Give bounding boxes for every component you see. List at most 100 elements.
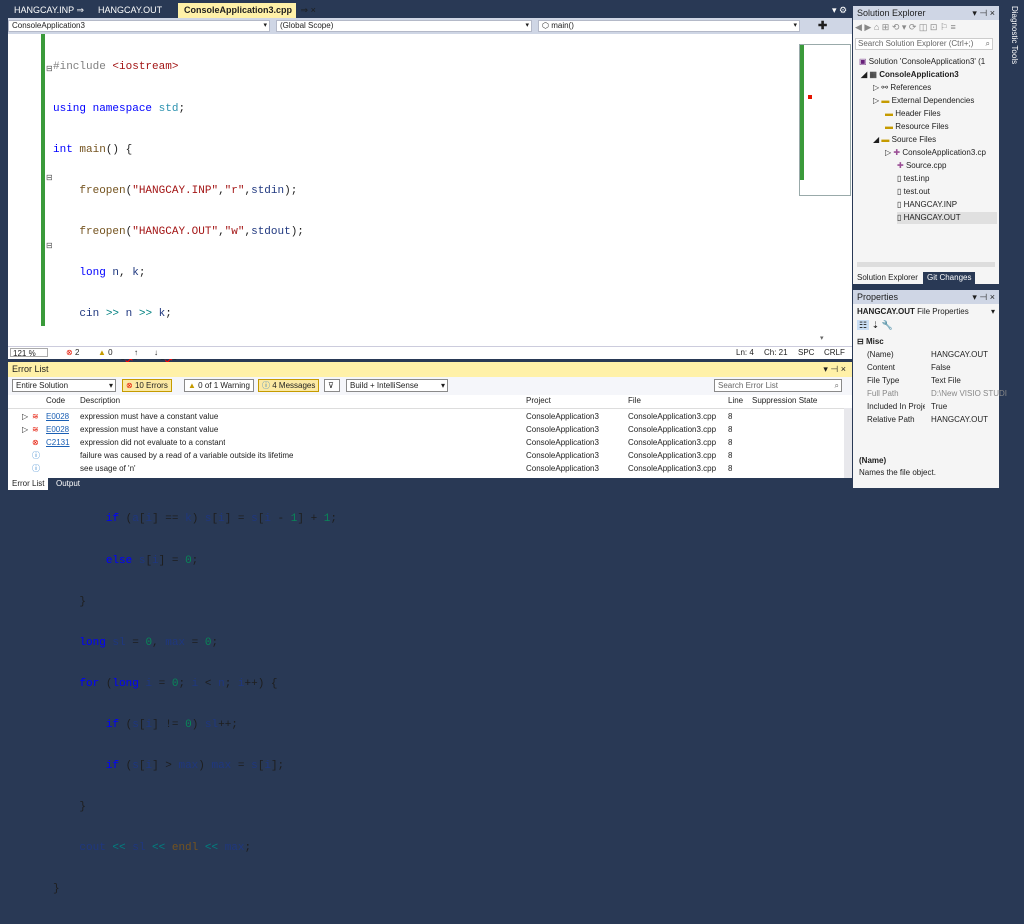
alphabetical-icon[interactable]: ⇣ [872, 320, 880, 330]
property-value[interactable]: False [931, 362, 951, 374]
tree-item-resource-files[interactable]: ▬ Resource Files [885, 121, 949, 133]
column-header-project[interactable]: Project [526, 396, 551, 405]
project-dropdown[interactable]: ConsoleApplication3 ▾ [8, 20, 270, 32]
property-value[interactable]: True [931, 401, 947, 413]
close-icon[interactable]: ⇒ × [301, 5, 316, 15]
error-count-value: 2 [74, 348, 80, 357]
column-header-code[interactable]: Code [46, 396, 65, 405]
code-line: if (s[i] != 0) sl++; [105, 718, 238, 731]
section-misc[interactable]: ⊟ Misc [857, 337, 884, 346]
property-row[interactable]: Content False [861, 362, 999, 374]
table-row[interactable]: ▷ ≋ E0028 expression must have a constan… [8, 423, 844, 436]
info-icon: ⓘ [32, 464, 40, 473]
whitespace-indicator[interactable]: SPC [798, 347, 814, 359]
property-pages-icon[interactable]: 🔧 [882, 320, 893, 330]
error-code-link[interactable]: C2131 [46, 436, 70, 449]
expand-icon[interactable]: ▷ [22, 410, 28, 423]
tree-item-test-inp[interactable]: ▯ test.inp [897, 173, 929, 185]
property-value[interactable]: HANGCAY.OUT [931, 349, 988, 361]
tab-consoleapplication3-cpp[interactable]: ConsoleApplication3.cpp ⇒ × [178, 3, 316, 18]
zoom-dropdown[interactable]: 121 % [10, 348, 48, 358]
property-row[interactable]: Full Path D:\New VISIO STUDI [861, 388, 1007, 400]
search-error-list-input[interactable]: Search Error List ⌕ [714, 379, 842, 392]
property-value[interactable]: Text File [931, 375, 961, 387]
tree-item-source-files[interactable]: ◢ ▬ Source Files [873, 134, 936, 146]
property-row[interactable]: (Name) HANGCAY.OUT [861, 349, 999, 361]
tab-hangcay-inp[interactable]: HANGCAY.INP ⇒ [8, 3, 90, 18]
categorized-icon[interactable]: ☷ [857, 320, 870, 330]
tree-item-source-cpp[interactable]: ✚ Source.cpp [897, 160, 946, 172]
table-row[interactable]: ⊗ C2131 expression did not evaluate to a… [8, 436, 844, 449]
pin-icon[interactable]: ⇒ [77, 5, 85, 15]
tree-item-solution[interactable]: ▣ Solution 'ConsoleApplication3' (1 [859, 56, 985, 68]
table-row[interactable]: ▷ ≋ E0028 expression must have a constan… [8, 410, 844, 423]
panel-window-icons[interactable]: ▾ ⊣ × [823, 362, 846, 377]
warning-count[interactable]: ▲ 0 [98, 347, 113, 359]
tab-output[interactable]: Output [52, 478, 84, 490]
tree-item-hangcay-inp[interactable]: ▯ HANGCAY.INP [897, 199, 957, 211]
horizontal-scrollbar[interactable] [857, 262, 995, 267]
tree-item-test-out[interactable]: ▯ test.out [897, 186, 930, 198]
tree-item-external-dependencies[interactable]: ▷ ▬ External Dependencies [873, 95, 974, 107]
line-ending-indicator[interactable]: CRLF [824, 347, 845, 359]
scope-filter-dropdown[interactable]: Entire Solution ▾ [12, 379, 116, 392]
error-count[interactable]: ⊗ 2 [66, 347, 79, 359]
property-key: Included In Proje [867, 402, 925, 411]
code-editor[interactable]: ⊟ ⊟ ⊟ #include <iostream> using namespac… [8, 34, 852, 895]
panel-window-icons[interactable]: ▾ ⊣ × [972, 290, 995, 304]
expand-icon[interactable]: ▷ [22, 423, 28, 436]
property-key: Content [867, 363, 896, 372]
tab-git-changes[interactable]: Git Changes [923, 272, 976, 284]
scrollbar-minimap[interactable] [799, 44, 851, 196]
property-row[interactable]: File Type Text File [861, 375, 999, 387]
tab-label: HANGCAY.INP [14, 5, 75, 15]
line-indicator[interactable]: Ln: 4 [736, 347, 754, 359]
column-indicator[interactable]: Ch: 21 [764, 347, 788, 359]
collapse-icon[interactable]: ⊟ [46, 241, 53, 250]
messages-filter-button[interactable]: ⓘ 4 Messages [258, 379, 320, 392]
errors-filter-button[interactable]: ⊗ 10 Errors [122, 379, 172, 392]
collapse-icon[interactable]: ⊟ [46, 173, 53, 182]
member-dropdown[interactable]: ⬡ main() ▾ [538, 20, 800, 32]
property-row[interactable]: Relative Path HANGCAY.OUT [861, 414, 999, 426]
filter-icon[interactable]: ⊽ [324, 379, 340, 392]
error-code-link[interactable]: E0028 [46, 423, 69, 436]
tree-item-references[interactable]: ▷ ⚯ References [873, 82, 931, 94]
build-filter-dropdown[interactable]: Build + IntelliSense ▾ [346, 379, 448, 392]
property-value[interactable]: HANGCAY.OUT [931, 414, 988, 426]
code-line: } [53, 801, 87, 814]
down-arrow-icon[interactable]: ↓ [154, 347, 158, 359]
panel-title: Error List [12, 364, 49, 374]
tree-item-header-files[interactable]: ▬ Header Files [885, 108, 941, 120]
scope-dropdown[interactable]: (Global Scope) ▾ [276, 20, 532, 32]
solution-explorer-tabs: Solution Explorer Git Changes [853, 272, 999, 284]
error-list-scrollbar[interactable] [844, 408, 852, 478]
tab-solution-explorer[interactable]: Solution Explorer [853, 272, 922, 284]
tree-item-project[interactable]: ◢ ▦ ConsoleApplication3 [861, 69, 959, 81]
collapse-icon[interactable]: ⊟ [46, 64, 53, 73]
tab-hangcay-out[interactable]: HANGCAY.OUT [92, 3, 168, 18]
table-row[interactable]: ⓘ see usage of 'n' ConsoleApplication3 C… [8, 462, 844, 475]
up-arrow-icon[interactable]: ↑ [134, 347, 138, 359]
error-code-link[interactable]: E0028 [46, 410, 69, 423]
properties-object-selector[interactable]: HANGCAY.OUT File Properties ▾ [857, 306, 997, 317]
panel-window-icons[interactable]: ▾ ⊣ × [972, 6, 995, 20]
tree-item-hangcay-out[interactable]: ▯ HANGCAY.OUT [897, 212, 997, 224]
scroll-down-icon[interactable]: ▾ [820, 334, 824, 342]
table-row[interactable]: ⓘ failure was caused by a read of a vari… [8, 449, 844, 462]
property-row[interactable]: Included In Proje True [861, 401, 999, 413]
tree-item-consoleapplication3-cpp[interactable]: ▷ ✚ ConsoleApplication3.cp [885, 147, 986, 159]
solution-search-input[interactable]: Search Solution Explorer (Ctrl+;) ⌕ [855, 38, 993, 50]
split-editor-icon[interactable]: ✚ [818, 19, 827, 32]
column-header-description[interactable]: Description [80, 396, 120, 405]
error-project: ConsoleApplication3 [526, 451, 599, 460]
tab-error-list[interactable]: Error List [8, 478, 49, 490]
column-header-suppression[interactable]: Suppression State [752, 396, 817, 405]
diagnostic-tools-tab[interactable]: Diagnostic Tools [1001, 6, 1019, 96]
folder-icon: ▬ [881, 135, 890, 144]
column-header-file[interactable]: File [628, 396, 641, 405]
solution-explorer-toolbar[interactable]: ◀ ▶ ⌂ ⊞ ⟲ ▾ ⟳ ◫ ⊡ ⚐ ≡ [855, 22, 997, 35]
warnings-filter-button[interactable]: ▲ 0 of 1 Warning [184, 379, 254, 392]
tab-overflow-icon[interactable]: ▾ ⚙ [826, 3, 853, 18]
column-header-line[interactable]: Line [728, 396, 743, 405]
